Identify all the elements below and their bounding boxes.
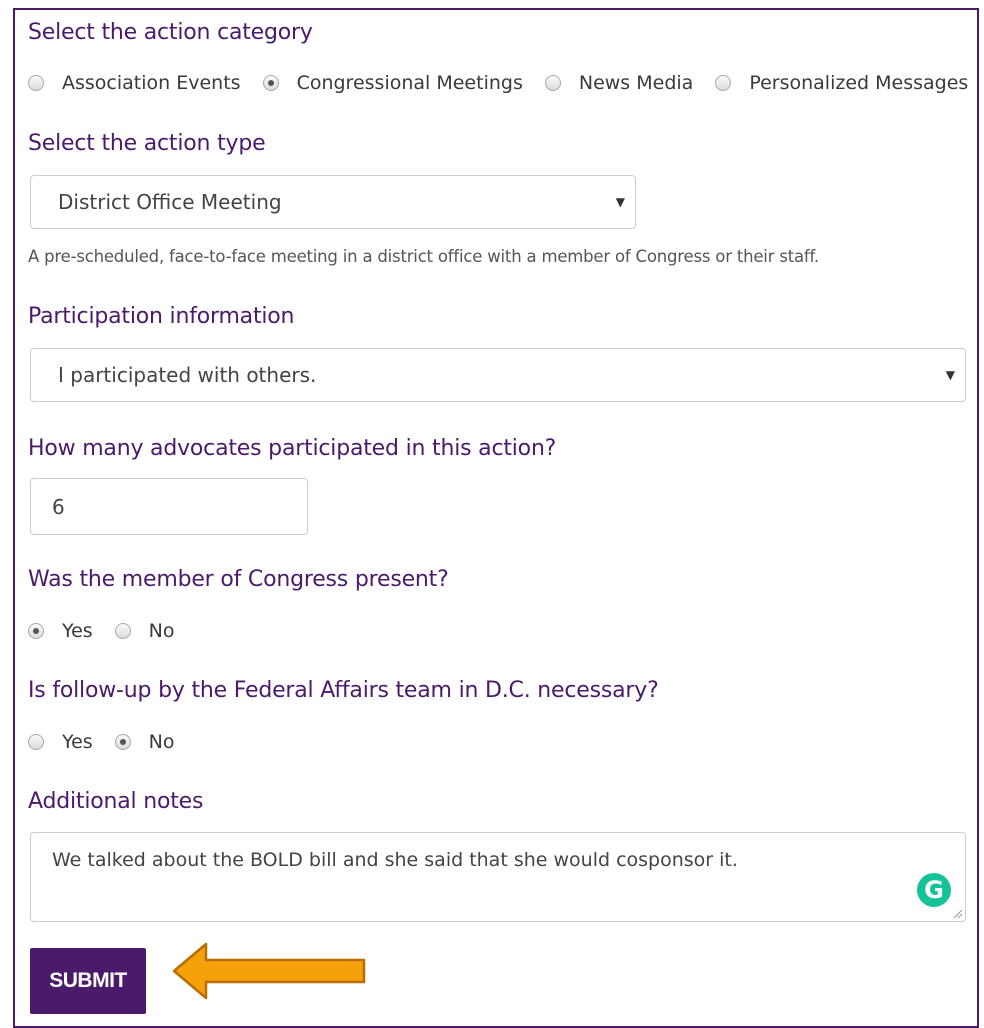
radio-label: Association Events [62, 72, 241, 94]
radio-option-congressional-meetings[interactable]: Congressional Meetings [262, 72, 523, 94]
advocates-count-value: 6 [52, 494, 65, 519]
advocates-count-heading: How many advocates participated in this … [28, 436, 557, 461]
participation-heading: Participation information [28, 304, 295, 329]
action-type-heading: Select the action type [28, 131, 266, 156]
caret-down-icon: ▼ [945, 368, 955, 382]
additional-notes-heading: Additional notes [28, 789, 204, 814]
radio-option-yes[interactable]: Yes [28, 620, 93, 642]
radio-option-no[interactable]: No [114, 731, 175, 753]
radio-option-yes[interactable]: Yes [28, 731, 93, 753]
radio-option-no[interactable]: No [114, 620, 175, 642]
radio-label: Yes [62, 731, 93, 753]
resize-handle-icon[interactable] [953, 909, 963, 919]
radio-button[interactable] [114, 623, 131, 639]
radio-label: News Media [578, 72, 694, 94]
action-category-heading: Select the action category [28, 20, 313, 45]
member-present-radio-group: Yes No [28, 620, 197, 642]
radio-label: No [148, 620, 175, 642]
radio-label: Yes [62, 620, 93, 642]
additional-notes-value: We talked about the BOLD bill and she sa… [52, 849, 738, 871]
action-type-selected-value: District Office Meeting [58, 190, 282, 214]
radio-option-personalized-messages[interactable]: Personalized Messages [715, 72, 968, 94]
member-present-heading: Was the member of Congress present? [28, 567, 449, 592]
advocates-count-input[interactable]: 6 [30, 478, 308, 535]
radio-button[interactable] [715, 75, 732, 91]
arrow-left-icon [172, 942, 366, 1000]
follow-up-radio-group: Yes No [28, 731, 197, 753]
caret-down-icon: ▼ [615, 195, 625, 209]
action-type-help-text: A pre-scheduled, face-to-face meeting in… [28, 247, 819, 266]
radio-label: No [148, 731, 175, 753]
radio-button[interactable] [28, 734, 44, 750]
action-category-radio-group: Association Events Congressional Meeting… [28, 72, 968, 94]
submit-button[interactable]: SUBMIT [30, 948, 146, 1014]
action-type-select[interactable]: District Office Meeting ▼ [30, 175, 636, 229]
radio-label: Congressional Meetings [296, 72, 523, 94]
radio-button-checked[interactable] [114, 734, 131, 750]
radio-option-news-media[interactable]: News Media [544, 72, 694, 94]
participation-select[interactable]: I participated with others. ▼ [30, 348, 966, 402]
radio-button-checked[interactable] [28, 623, 44, 639]
radio-button[interactable] [28, 75, 44, 91]
radio-button-checked[interactable] [262, 75, 279, 91]
follow-up-heading: Is follow-up by the Federal Affairs team… [28, 678, 659, 703]
radio-option-association-events[interactable]: Association Events [28, 72, 241, 94]
grammarly-icon[interactable]: G [917, 873, 951, 907]
additional-notes-textarea[interactable]: We talked about the BOLD bill and she sa… [30, 832, 966, 922]
radio-label: Personalized Messages [749, 72, 969, 94]
participation-selected-value: I participated with others. [58, 363, 317, 387]
radio-button[interactable] [544, 75, 561, 91]
